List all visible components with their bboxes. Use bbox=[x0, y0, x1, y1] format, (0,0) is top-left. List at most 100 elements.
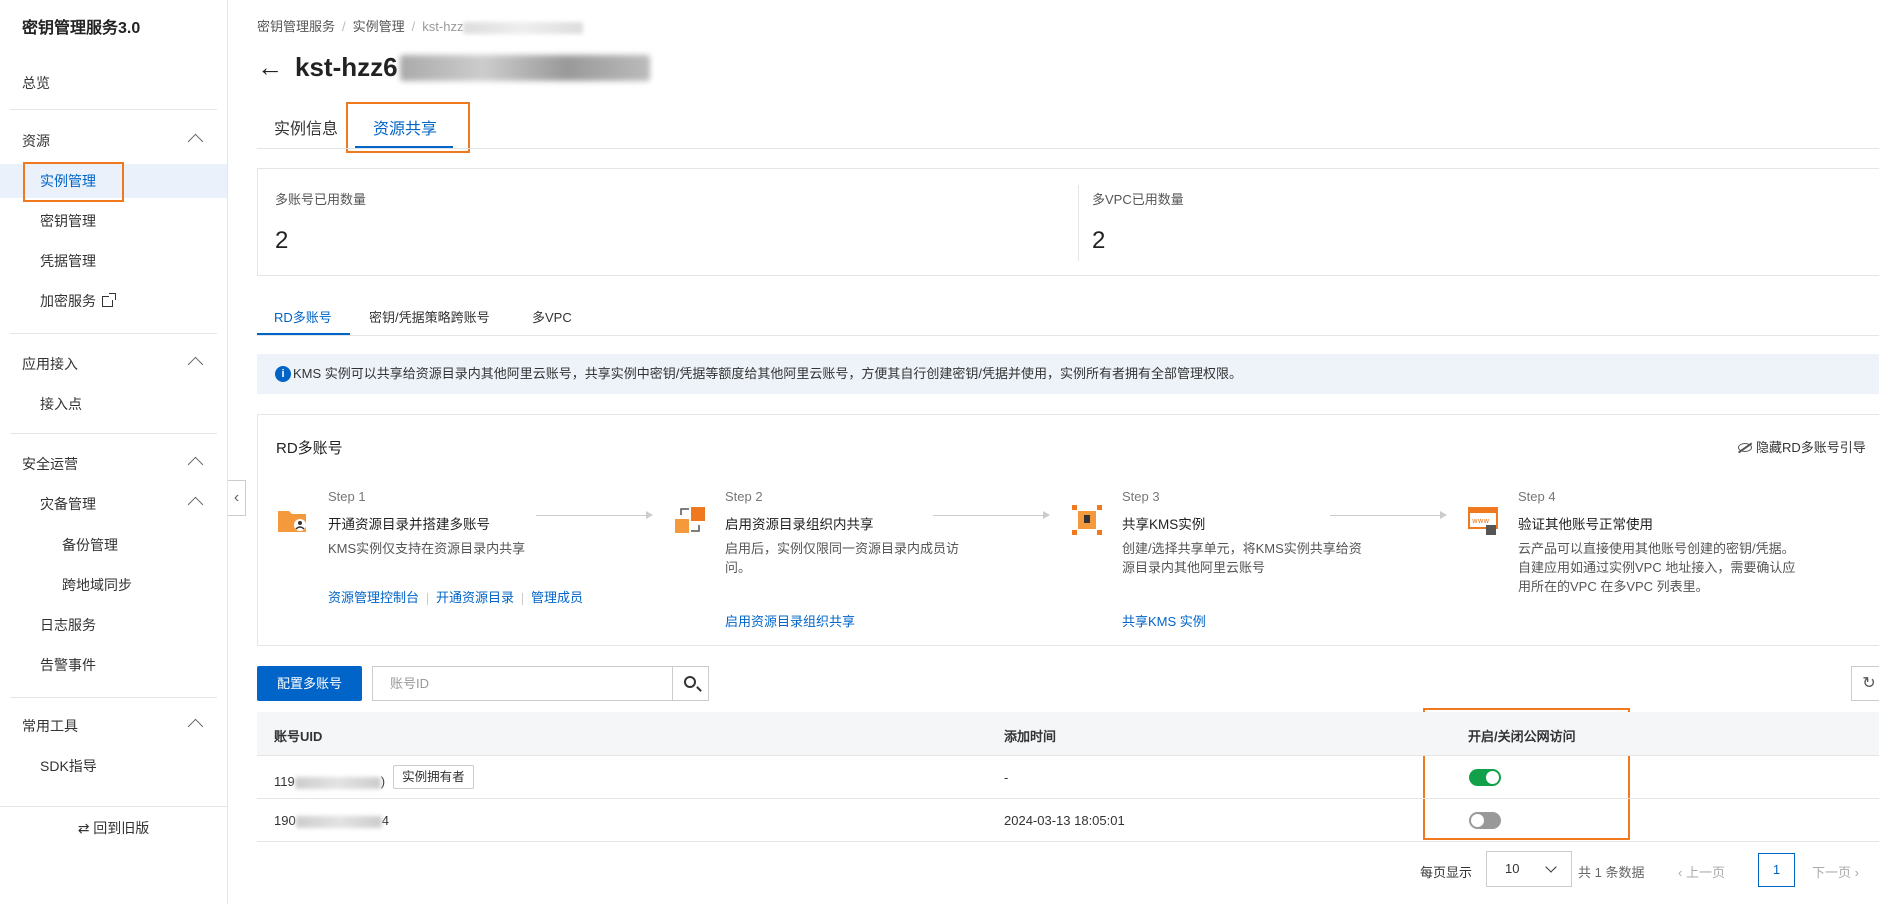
sidebar-item-endpoint[interactable]: 接入点 bbox=[0, 387, 227, 421]
svg-text:www: www bbox=[1472, 517, 1489, 525]
step-arrow bbox=[933, 511, 1050, 519]
sidebar-item-instance-mgmt[interactable]: 实例管理 bbox=[0, 164, 227, 198]
step-label: Step 2 bbox=[725, 489, 763, 504]
account-id-search-input[interactable]: 账号ID bbox=[372, 666, 672, 701]
sidebar-collapse-button[interactable]: ‹ bbox=[228, 480, 246, 516]
account-uid: 119) 实例拥有者 bbox=[274, 765, 474, 794]
step-title: 验证其他账号正常使用 bbox=[1518, 517, 1653, 532]
stat-value: 2 bbox=[1092, 227, 1106, 254]
sidebar-group-app-access[interactable]: 应用接入 bbox=[0, 347, 227, 381]
info-icon: i bbox=[275, 366, 291, 382]
sidebar-item-sdk-guide[interactable]: SDK指导 bbox=[0, 749, 227, 783]
tab-instance-info[interactable]: 实例信息 bbox=[274, 115, 338, 139]
eye-off-icon bbox=[1738, 443, 1752, 452]
sidebar-group-tools[interactable]: 常用工具 bbox=[0, 709, 227, 743]
page-size-select[interactable]: 10 bbox=[1486, 851, 1572, 887]
sidebar-group-security-ops[interactable]: 安全运营 bbox=[0, 447, 227, 481]
next-page-button[interactable]: 下一页 › bbox=[1812, 862, 1859, 881]
link-resource-console[interactable]: 资源管理控制台 bbox=[328, 590, 419, 605]
step-description: 云产品可以直接使用其他账号创建的密钥/凭据。自建应用如通过实例VPC 地址接入，… bbox=[1518, 541, 1796, 594]
divider bbox=[10, 697, 217, 698]
stats-panel: 多账号已用数量 2 多VPC已用数量 2 bbox=[257, 168, 1879, 276]
step-arrow bbox=[1330, 511, 1447, 519]
divider bbox=[10, 333, 217, 334]
divider bbox=[1078, 185, 1079, 261]
step-title: 启用资源目录组织内共享 bbox=[725, 517, 874, 532]
link-enable-org-share[interactable]: 启用资源目录组织共享 bbox=[725, 614, 855, 629]
table-row: 190 4 2024-03-13 18:05:01 bbox=[257, 800, 1879, 842]
breadcrumb-item: kst-hzz bbox=[422, 19, 464, 34]
next-label: 下一页 bbox=[1812, 865, 1852, 880]
uid-prefix: 190 bbox=[274, 813, 296, 828]
sidebar-title: 密钥管理服务3.0 bbox=[22, 20, 141, 37]
back-arrow-icon[interactable]: ← bbox=[257, 52, 283, 83]
sidebar-item-cross-region-sync[interactable]: 跨地域同步 bbox=[0, 568, 227, 602]
hide-guide-button[interactable]: 隐藏RD多账号引导 bbox=[1738, 437, 1866, 456]
link-enable-rd[interactable]: 开通资源目录 bbox=[436, 590, 514, 605]
step-arrow bbox=[536, 511, 653, 519]
guide-panel: RD多账号 隐藏RD多账号引导 Step 1 开通资源目录并搭建多账号 KMS实… bbox=[257, 414, 1879, 646]
step-description: 创建/选择共享单元，将KMS实例共享给资源目录内其他阿里云账号 bbox=[1122, 541, 1362, 575]
sidebar-item-overview[interactable]: 总览 bbox=[0, 66, 227, 100]
account-uid: 190 4 bbox=[274, 813, 389, 828]
step-label: Step 1 bbox=[328, 489, 366, 504]
sidebar-item-credential-mgmt[interactable]: 凭据管理 bbox=[0, 244, 227, 278]
subtab-multi-vpc[interactable]: 多VPC bbox=[532, 307, 572, 326]
prev-page-button[interactable]: ‹ 上一页 bbox=[1678, 862, 1725, 881]
column-header: 账号UID bbox=[274, 729, 323, 744]
sidebar-item-log-service[interactable]: 日志服务 bbox=[0, 608, 227, 642]
step-label: Step 3 bbox=[1122, 489, 1160, 504]
divider bbox=[10, 109, 217, 110]
total-count: 共 1 条数据 bbox=[1578, 865, 1645, 880]
redacted-text bbox=[294, 776, 381, 789]
step-links: 共享KMS 实例 bbox=[1122, 611, 1206, 630]
link-share-kms-instance[interactable]: 共享KMS 实例 bbox=[1122, 614, 1206, 629]
breadcrumb-item[interactable]: 密钥管理服务 bbox=[257, 19, 335, 34]
current-page[interactable]: 1 bbox=[1758, 853, 1795, 887]
tab-resource-share[interactable]: 资源共享 bbox=[373, 115, 437, 139]
step-label: Step 4 bbox=[1518, 489, 1556, 504]
toggle-knob bbox=[1486, 771, 1499, 784]
chevron-down-icon bbox=[1545, 861, 1557, 873]
public-access-toggle[interactable] bbox=[1469, 812, 1501, 829]
subtab-policy-cross-account[interactable]: 密钥/凭据策略跨账号 bbox=[369, 307, 490, 326]
per-page-label: 每页显示 bbox=[1420, 865, 1473, 880]
table-toolbar: 配置多账号 账号ID ↻ bbox=[257, 666, 1879, 702]
sidebar-group-label: 应用接入 bbox=[22, 356, 78, 372]
uid-prefix: 119 bbox=[274, 774, 295, 789]
uid-suffix: ) bbox=[380, 774, 386, 789]
link-manage-members[interactable]: 管理成员 bbox=[531, 590, 583, 605]
sidebar-item-label: 灾备管理 bbox=[40, 496, 96, 512]
uid-suffix: 4 bbox=[381, 813, 389, 828]
breadcrumb-item[interactable]: 实例管理 bbox=[353, 19, 405, 34]
verify-web-icon: www bbox=[1468, 507, 1498, 535]
sidebar-item-backup-mgmt[interactable]: 备份管理 bbox=[0, 528, 227, 562]
sidebar-item-alert-events[interactable]: 告警事件 bbox=[0, 648, 227, 682]
guide-step-2: Step 2 启用资源目录组织内共享 启用后，实例仅限同一资源目录内成员访问。 … bbox=[673, 489, 1053, 639]
search-button[interactable] bbox=[672, 666, 709, 701]
share-org-icon bbox=[675, 507, 705, 533]
guide-step-1: Step 1 开通资源目录并搭建多账号 KMS实例仅支持在资源目录内共享 资源管… bbox=[276, 489, 656, 639]
sidebar-group-resources[interactable]: 资源 bbox=[0, 124, 227, 158]
add-time: 2024-03-13 18:05:01 bbox=[1004, 813, 1125, 828]
back-to-old-version[interactable]: ⇄ 回到旧版 bbox=[0, 806, 227, 848]
sidebar-item-key-mgmt[interactable]: 密钥管理 bbox=[0, 204, 227, 238]
breadcrumb: 密钥管理服务 / 实例管理 / kst-hzz bbox=[257, 16, 584, 35]
sidebar-item-dr-mgmt[interactable]: 灾备管理 bbox=[0, 487, 227, 521]
chevron-up-icon bbox=[187, 133, 204, 150]
add-time: - bbox=[1004, 770, 1009, 785]
table-header: 账号UID 添加时间 开启/关闭公网访问 bbox=[257, 712, 1879, 756]
guide-step-3: Step 3 共享KMS实例 创建/选择共享单元，将KMS实例共享给资源目录内其… bbox=[1070, 489, 1450, 639]
refresh-button[interactable]: ↻ bbox=[1851, 666, 1879, 701]
folder-user-icon bbox=[278, 511, 306, 532]
subtab-rd-multi-account[interactable]: RD多账号 bbox=[274, 307, 332, 326]
sidebar-item-crypto-service[interactable]: 加密服务 bbox=[0, 284, 227, 318]
config-multi-account-button[interactable]: 配置多账号 bbox=[257, 666, 362, 701]
public-access-toggle[interactable] bbox=[1469, 769, 1501, 786]
sidebar-group-label: 资源 bbox=[22, 133, 50, 149]
step-title: 共享KMS实例 bbox=[1122, 517, 1206, 532]
chevron-up-icon bbox=[187, 718, 204, 735]
info-banner: i KMS 实例可以共享给资源目录内其他阿里云账号，共享实例中密钥/凭据等额度给… bbox=[257, 354, 1879, 394]
step-links: 资源管理控制台 开通资源目录 管理成员 bbox=[328, 587, 583, 606]
tab-bar: 实例信息 资源共享 bbox=[257, 105, 1879, 149]
